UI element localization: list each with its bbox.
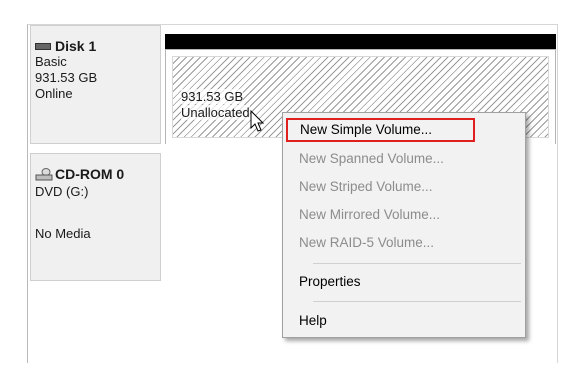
menu-separator xyxy=(313,301,521,302)
menu-item-properties[interactable]: Properties xyxy=(285,270,523,294)
disk-1-title: Disk 1 xyxy=(35,38,96,55)
unallocated-label: Unallocated xyxy=(181,105,250,120)
menu-item-new-simple-volume[interactable]: New Simple Volume... xyxy=(286,118,475,142)
unallocated-text: 931.53 GB Unallocated xyxy=(181,89,250,121)
disk-1-name: Disk 1 xyxy=(55,38,97,54)
menu-item-new-spanned-volume[interactable]: New Spanned Volume... xyxy=(285,147,523,171)
menu-item-new-mirrored-volume[interactable]: New Mirrored Volume... xyxy=(285,203,523,227)
menu-item-help[interactable]: Help xyxy=(285,309,523,333)
disk-1-label-panel[interactable]: Disk 1 Basic 931.53 GB Online xyxy=(30,25,161,144)
cd-rom-title: CD-ROM 0 xyxy=(35,166,124,183)
disk-1-usage-bar xyxy=(165,34,556,49)
cd-rom-drive: DVD (G:) xyxy=(35,184,89,199)
menu-separator xyxy=(313,263,521,264)
menu-item-new-striped-volume[interactable]: New Striped Volume... xyxy=(285,175,523,199)
disk-1-type: Basic xyxy=(35,54,67,69)
mouse-pointer-icon xyxy=(250,110,265,132)
cd-rom-name: CD-ROM 0 xyxy=(55,166,125,182)
cd-rom-icon xyxy=(35,168,53,181)
menu-item-new-raid5-volume[interactable]: New RAID-5 Volume... xyxy=(285,231,523,255)
cd-rom-label-panel[interactable]: CD-ROM 0 DVD (G:) No Media xyxy=(30,153,161,281)
disk-1-size: 931.53 GB xyxy=(35,70,98,85)
disk-1-status: Online xyxy=(35,86,73,101)
unallocated-size: 931.53 GB xyxy=(181,89,244,104)
context-menu: New Simple Volume... New Spanned Volume.… xyxy=(282,112,526,338)
disk-icon xyxy=(35,42,51,50)
cd-rom-media: No Media xyxy=(35,226,91,241)
